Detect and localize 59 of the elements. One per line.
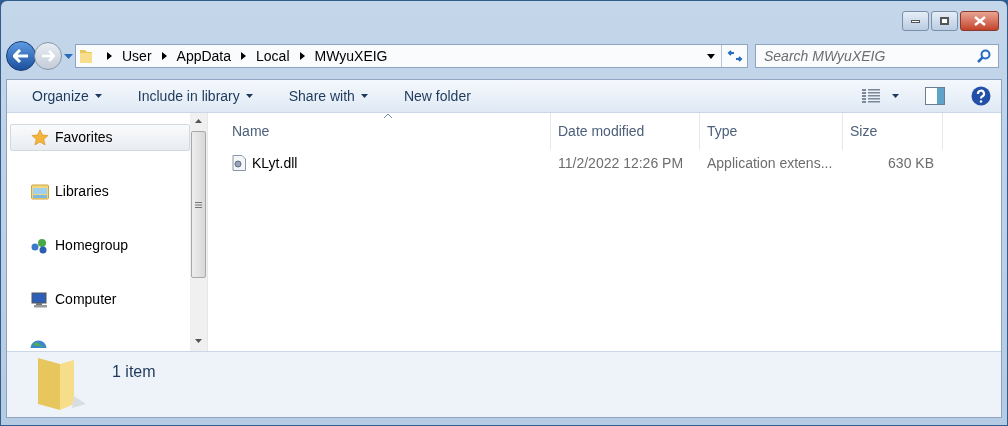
dll-file-icon: [232, 155, 246, 171]
minimize-icon: [911, 19, 920, 23]
close-icon: [973, 16, 986, 26]
preview-pane-button[interactable]: [925, 87, 945, 105]
column-header[interactable]: Date modified: [551, 113, 700, 150]
help-icon: [971, 86, 991, 106]
back-button[interactable]: [6, 41, 36, 71]
scrollbar-thumb[interactable]: [191, 131, 206, 278]
forward-arrow-icon: [41, 50, 55, 62]
back-arrow-icon: [13, 49, 29, 63]
view-options-button[interactable]: [862, 88, 899, 104]
recent-pages-caret-icon[interactable]: [64, 53, 73, 59]
date-cell-text: 11/2/2022 12:26 PM: [557, 153, 685, 173]
toolbar-button[interactable]: Share with: [278, 85, 378, 107]
library-icon: [31, 183, 49, 200]
file-name: KLyt.dll: [252, 153, 298, 173]
folder-icon: [79, 48, 93, 64]
toolbar-button[interactable]: New folder: [393, 85, 481, 107]
breadcrumb-item[interactable]: AppData: [176, 45, 232, 67]
column-header[interactable]: Size: [843, 113, 943, 150]
nav-item[interactable]: Libraries: [10, 178, 190, 205]
file-row[interactable]: KLyt.dll 11/2/2022 12:26 PM Application extens... 630 KB: [208, 150, 1001, 176]
chevron-icon: [299, 52, 305, 60]
column-header[interactable]: Name: [225, 113, 551, 150]
chevron-icon: [107, 52, 112, 60]
dropdown-caret-icon[interactable]: [707, 53, 715, 59]
nav-item[interactable]: Homegroup: [10, 232, 190, 259]
grip-icon: [195, 201, 202, 208]
restore-icon: [940, 17, 949, 25]
search-field[interactable]: Search MWyuXEIG: [755, 44, 999, 68]
size-cell-text: 630 KB: [887, 153, 935, 173]
chevron-icon: [161, 52, 167, 60]
refresh-arrows-icon: [726, 50, 743, 62]
scroll-up-arrow-icon[interactable]: [195, 119, 202, 123]
scrollbar[interactable]: [190, 113, 207, 351]
search-icon: [977, 49, 991, 63]
breadcrumb-item[interactable]: MWyuXEIG: [314, 45, 388, 67]
maximize-button[interactable]: [931, 11, 958, 31]
toolbar-button[interactable]: Include in library: [127, 85, 263, 107]
homegroup-icon: [31, 237, 49, 254]
preview-pane-icon: [925, 87, 945, 105]
address-bar[interactable]: User AppData Local MWyuXEIG: [75, 44, 748, 68]
nav-item[interactable]: Computer: [10, 286, 190, 313]
breadcrumb-item[interactable]: User: [122, 45, 152, 67]
computer-icon: [31, 291, 49, 308]
breadcrumb-item[interactable]: Local: [256, 45, 290, 67]
star-icon: [31, 128, 49, 147]
help-button[interactable]: [971, 86, 991, 106]
close-button[interactable]: [960, 11, 999, 31]
details-view-icon: [862, 88, 880, 104]
nav-item[interactable]: Favorites: [10, 124, 190, 151]
column-header[interactable]: Type: [700, 113, 843, 150]
minimize-button[interactable]: [902, 11, 929, 31]
scroll-down-arrow-icon[interactable]: [195, 339, 202, 343]
toolbar-button[interactable]: Organize: [22, 85, 112, 107]
type-cell-text: Application extens...: [706, 153, 834, 173]
caret-icon: [892, 94, 899, 98]
chevron-icon: [241, 52, 247, 60]
item-count: 1 item: [112, 362, 156, 382]
